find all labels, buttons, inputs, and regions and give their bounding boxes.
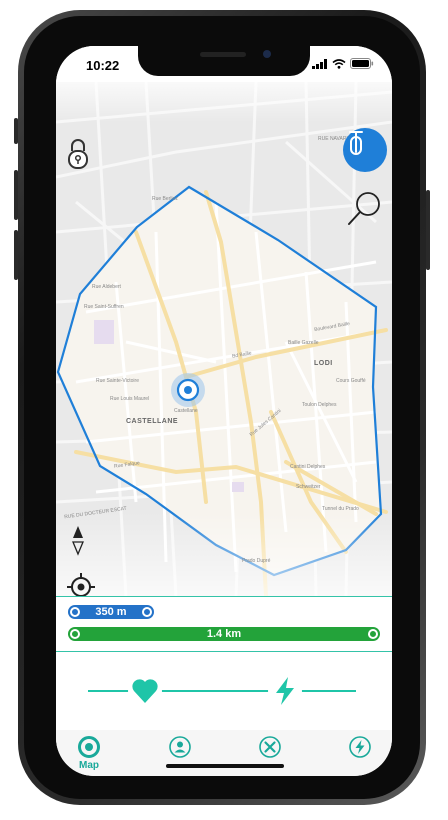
lock-button[interactable]	[66, 138, 94, 172]
map-label-rue-berlioz: Rue Berlioz	[152, 196, 178, 202]
tab-profile[interactable]	[160, 736, 200, 776]
power-button	[426, 190, 430, 270]
bike-mode-button[interactable]	[343, 128, 387, 172]
walk-distance-pill: 350 m	[68, 605, 154, 619]
home-indicator	[166, 764, 284, 768]
user-icon	[169, 736, 191, 758]
map-label-schweitzer: Schweitzer	[296, 484, 321, 490]
tab-map[interactable]: Map	[69, 736, 109, 776]
map-label-rue-louis-maurel: Rue Louis Maurel	[110, 396, 150, 402]
map-label-rue-saint-suffren: Rue Saint-Suffren	[84, 304, 124, 310]
status-time: 10:22	[86, 58, 120, 73]
app-screen: 10:22 CASTELLANE LODI Rue Aldebert Rue S…	[56, 46, 392, 776]
walk-distance-value: 350 m	[95, 606, 127, 618]
speaker	[200, 52, 246, 57]
front-camera	[263, 50, 271, 58]
map-label-rue-sainte-victoire: Rue Sainte-Victoire	[96, 378, 139, 384]
map-label-prado-dupre: Prado Dupré	[242, 558, 271, 564]
map-label-tunnel-prado: Tunnel du Prado	[322, 506, 359, 512]
target-icon	[78, 736, 100, 758]
scooter-icon	[349, 131, 363, 155]
recenter-button[interactable]	[66, 572, 98, 596]
pill-end-dot	[368, 629, 378, 639]
map-label-castellane-small: Castellane	[174, 408, 198, 414]
wrench-icon	[259, 736, 281, 758]
map-label-cantini-delphes: Cantini Delphes	[290, 464, 326, 470]
bike-distance-pill: 1.4 km	[68, 627, 380, 641]
bolt-icon	[276, 677, 294, 705]
park-area-2	[232, 482, 244, 492]
heart-icon	[132, 679, 158, 703]
tab-map-label: Map	[79, 760, 99, 771]
notch	[138, 46, 310, 76]
tab-bar: Map	[56, 730, 392, 776]
tab-energy[interactable]	[340, 736, 380, 776]
bike-distance-value: 1.4 km	[206, 628, 242, 640]
tab-tools[interactable]	[250, 736, 290, 776]
search-button[interactable]	[346, 190, 384, 230]
distance-bar: 350 m 1.4 km	[56, 596, 392, 652]
mode-slider[interactable]	[56, 652, 392, 730]
map-canvas	[56, 82, 392, 596]
boost-toggle[interactable]	[268, 674, 302, 708]
map-view[interactable]: CASTELLANE LODI Rue Aldebert Rue Saint-S…	[56, 82, 392, 596]
bolt-circle-icon	[349, 736, 371, 758]
crosshair-icon	[67, 573, 95, 596]
map-label-baille-gazelle: Baille Gazelle	[288, 340, 319, 346]
favorite-toggle[interactable]	[128, 674, 162, 708]
search-icon	[348, 192, 380, 225]
map-label-cours-gouffe: Cours Gouffé	[336, 378, 366, 384]
map-label-castellane: CASTELLANE	[126, 418, 179, 425]
wifi-icon	[332, 58, 346, 69]
map-label-lodi: LODI	[314, 360, 333, 367]
pill-end-dot	[142, 607, 152, 617]
compass-button[interactable]	[70, 524, 92, 558]
park-area	[94, 320, 114, 344]
status-icons	[312, 58, 374, 69]
battery-icon	[350, 58, 374, 69]
pill-start-dot	[70, 629, 80, 639]
map-label-toulon-delphes: Toulon Delphes	[302, 402, 337, 408]
compass-icon	[72, 526, 84, 556]
signal-icon	[312, 58, 327, 69]
map-label-rue-aldebert: Rue Aldebert	[92, 284, 121, 290]
pill-start-dot	[70, 607, 80, 617]
lock-icon	[68, 139, 88, 169]
